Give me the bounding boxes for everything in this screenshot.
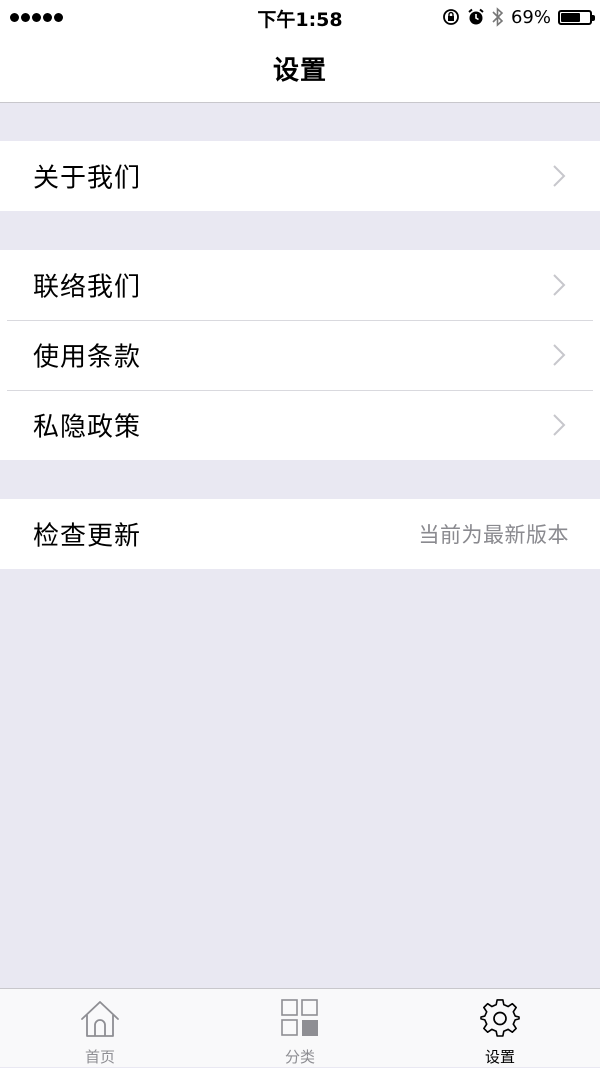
privacy-policy-label: 私隐政策 [33,412,142,443]
bluetooth-icon [492,7,504,27]
chevron-right-icon [553,165,566,187]
orientation-lock-icon [443,9,459,25]
tab-home-label: 首页 [84,1048,115,1066]
chevron-right-icon [553,414,566,436]
about-us-row[interactable]: 关于我们 [0,141,600,211]
settings-group-about: 关于我们 [0,141,600,211]
tab-home[interactable]: 首页 [0,989,200,1068]
gear-icon [480,999,520,1037]
tab-category[interactable]: 分类 [200,989,400,1068]
check-update-row[interactable]: 检查更新 当前为最新版本 [0,499,600,569]
home-icon [81,1001,119,1037]
battery-percentage: 69% [510,6,551,28]
tab-settings-label: 设置 [484,1048,515,1066]
navigation-bar: 设置 [0,34,600,103]
privacy-policy-row[interactable]: 私隐政策 [0,390,600,460]
settings-group-info: 联络我们 使用条款 私隐政策 [0,250,600,460]
status-right: 69% [442,5,595,29]
status-bar: 下午1:58 69% [0,0,600,34]
terms-of-use-row[interactable]: 使用条款 [0,320,600,390]
grid-icon [281,999,318,1036]
chevron-right-icon [553,344,566,366]
chevron-right-icon [553,274,566,296]
battery-icon [558,9,595,25]
tab-category-label: 分类 [284,1048,315,1066]
terms-of-use-label: 使用条款 [33,342,142,373]
battery-fill [561,12,581,22]
page-title: 设置 [272,56,327,86]
settings-group-update: 检查更新 当前为最新版本 [0,499,600,569]
tab-settings[interactable]: 设置 [400,989,600,1068]
contact-us-label: 联络我们 [33,272,142,303]
contact-us-row[interactable]: 联络我们 [0,250,600,320]
update-status-value: 当前为最新版本 [418,523,569,547]
check-update-label: 检查更新 [33,521,142,552]
about-us-label: 关于我们 [33,163,142,194]
alarm-icon [468,8,484,25]
tab-bar: 首页 分类 设置 [0,988,600,1067]
